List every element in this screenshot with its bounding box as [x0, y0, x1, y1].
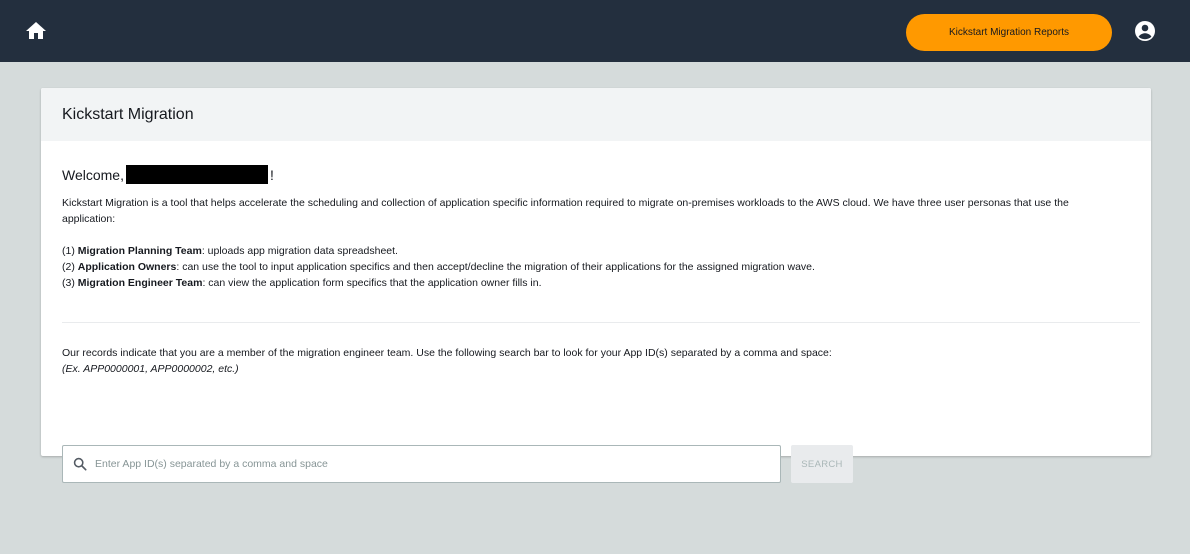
account-circle-icon[interactable]	[1133, 19, 1157, 43]
top-navigation-bar: Kickstart Migration Reports	[0, 0, 1190, 62]
persona-name: Application Owners	[77, 261, 177, 273]
persona-number: (2)	[62, 261, 75, 273]
persona-name: Migration Engineer Team	[77, 277, 203, 289]
persona-item: (2) Application Owners: can use the tool…	[62, 259, 815, 275]
search-icon	[73, 457, 87, 471]
records-notice: Our records indicate that you are a memb…	[62, 345, 832, 377]
example-text: (Ex. APP0000001, APP0000002, etc.)	[62, 363, 239, 375]
persona-description: : can view the application form specific…	[202, 277, 542, 289]
persona-description: : uploads app migration data spreadsheet…	[201, 245, 398, 257]
kickstart-migration-reports-button[interactable]: Kickstart Migration Reports	[906, 14, 1112, 51]
home-icon[interactable]	[24, 19, 48, 43]
persona-description: : can use the tool to input application …	[176, 261, 815, 273]
search-button[interactable]: SEARCH	[791, 445, 853, 483]
app-id-search-input[interactable]	[95, 458, 715, 470]
section-divider	[62, 322, 1140, 323]
app-id-search-field[interactable]	[62, 445, 781, 483]
records-text: Our records indicate that you are a memb…	[62, 347, 832, 359]
persona-number: (3)	[62, 277, 75, 289]
card-header: Kickstart Migration	[41, 88, 1151, 141]
persona-name: Migration Planning Team	[77, 245, 202, 257]
page-title: Kickstart Migration	[62, 105, 194, 123]
welcome-prefix: Welcome,	[62, 166, 124, 183]
persona-number: (1)	[62, 245, 75, 257]
intro-paragraph: Kickstart Migration is a tool that helps…	[62, 197, 1069, 225]
persona-list: (1) Migration Planning Team: uploads app…	[62, 243, 815, 291]
persona-item: (3) Migration Engineer Team: can view th…	[62, 275, 815, 291]
welcome-message: Welcome, !	[62, 165, 274, 184]
redacted-user-name	[125, 165, 268, 184]
welcome-suffix: !	[269, 166, 274, 183]
persona-item: (1) Migration Planning Team: uploads app…	[62, 243, 815, 259]
kickstart-migration-card: Kickstart Migration Welcome, ! Kickstart…	[41, 88, 1151, 483]
